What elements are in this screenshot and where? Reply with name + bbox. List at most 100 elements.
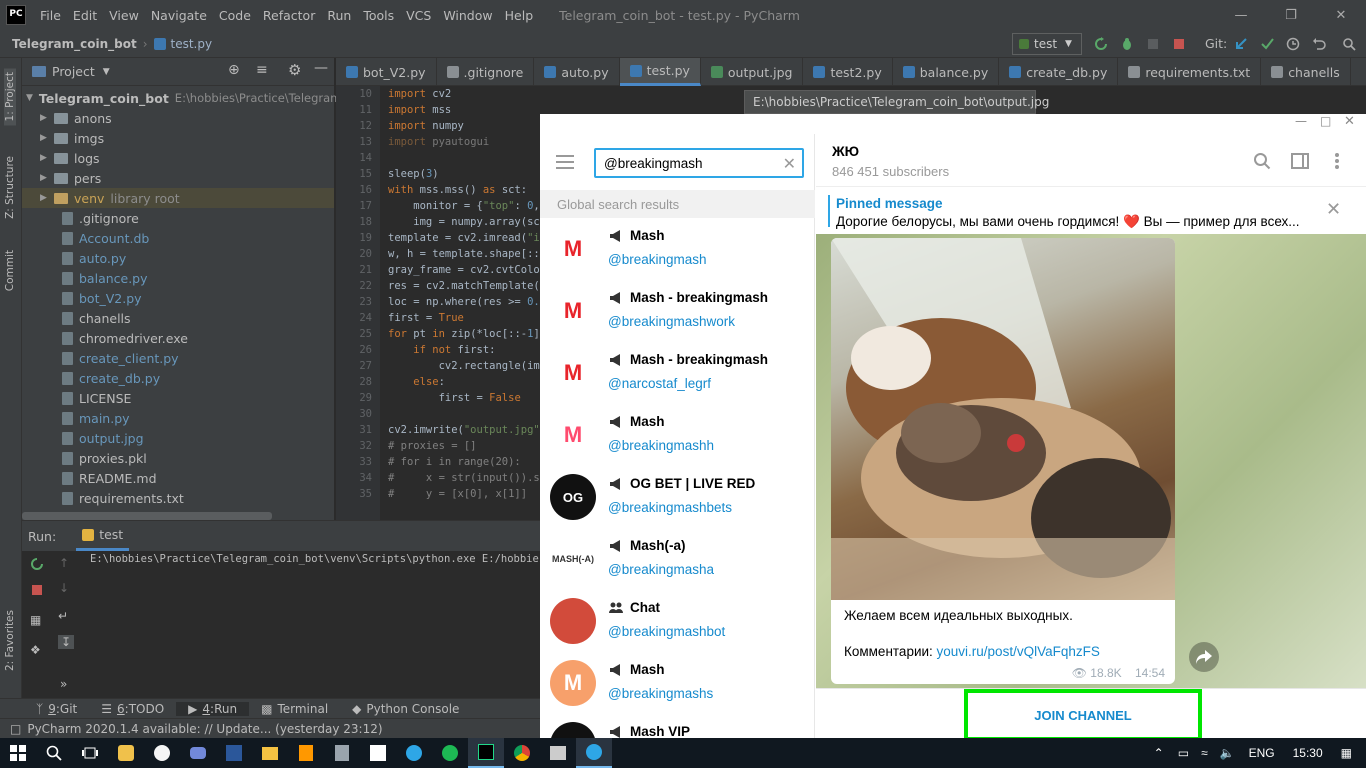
app-icon-discord[interactable] bbox=[180, 738, 216, 768]
more-icon[interactable]: » bbox=[60, 677, 67, 691]
stop-icon[interactable] bbox=[1172, 37, 1186, 51]
tab-terminal[interactable]: ▩ Terminal bbox=[249, 702, 340, 716]
notification-icon[interactable]: □ bbox=[10, 722, 21, 736]
menu-help[interactable]: Help bbox=[499, 8, 540, 23]
tree-file[interactable]: chromedriver.exe bbox=[22, 328, 334, 348]
coverage-icon[interactable] bbox=[1146, 37, 1160, 51]
message-link[interactable]: youvi.ru/post/vQlVaFqhzFS bbox=[937, 644, 1100, 659]
tool-window-project[interactable]: 1: Project bbox=[4, 68, 16, 126]
expand-arrow-icon[interactable]: ▶ bbox=[40, 173, 54, 183]
tab-run[interactable]: ▶ 4: Run bbox=[176, 701, 250, 716]
search-result[interactable]: Chat @breakingmashbot bbox=[540, 590, 815, 652]
tree-file[interactable]: requirements.txt bbox=[22, 488, 334, 508]
expand-arrow-icon[interactable]: ▼ bbox=[26, 93, 33, 103]
tab-chanells[interactable]: chanells bbox=[1261, 58, 1351, 86]
app-icon-chrome[interactable] bbox=[504, 738, 540, 768]
run-tab[interactable]: test bbox=[76, 521, 130, 551]
app-icon-sublime[interactable] bbox=[288, 738, 324, 768]
tool-window-structure[interactable]: Z: Structure bbox=[4, 156, 16, 219]
breadcrumb-project[interactable]: Telegram_coin_bot bbox=[12, 37, 137, 51]
search-result[interactable]: OG OG BET | LIVE RED @breakingmashbets bbox=[540, 466, 815, 528]
language-indicator[interactable]: ENG bbox=[1241, 746, 1283, 760]
project-panel-title[interactable]: Project bbox=[52, 64, 95, 79]
close-icon[interactable]: ✕ bbox=[1344, 114, 1355, 129]
search-result[interactable]: M Mash @breakingmash bbox=[540, 218, 815, 280]
search-result[interactable]: M Mash - breakingmash @narcostaf_legrf bbox=[540, 342, 815, 404]
join-channel-button[interactable]: JOIN CHANNEL bbox=[964, 689, 1202, 738]
notification-center-icon[interactable]: ▦ bbox=[1333, 746, 1366, 760]
rerun-icon[interactable] bbox=[1094, 37, 1108, 51]
close-pinned-icon[interactable]: ✕ bbox=[1326, 199, 1341, 220]
restore-icon[interactable]: ❐ bbox=[1266, 0, 1316, 30]
tab-bot-v2-py[interactable]: bot_V2.py bbox=[336, 58, 437, 86]
tree-folder[interactable]: ▶ logs bbox=[22, 148, 334, 168]
share-icon[interactable] bbox=[1189, 642, 1219, 672]
search-input[interactable]: @breakingmash ✕ bbox=[594, 148, 804, 178]
tree-file[interactable]: main.py bbox=[22, 408, 334, 428]
menu-edit[interactable]: Edit bbox=[67, 8, 103, 23]
search-result[interactable]: M Mash @breakingmashh bbox=[540, 404, 815, 466]
chevron-up-icon[interactable]: ⌃ bbox=[1146, 746, 1172, 760]
clear-search-icon[interactable]: ✕ bbox=[783, 154, 796, 174]
expand-arrow-icon[interactable]: ▶ bbox=[40, 193, 54, 203]
menu-refactor[interactable]: Refactor bbox=[257, 8, 321, 23]
message-photo[interactable] bbox=[831, 238, 1175, 600]
rerun-icon[interactable] bbox=[30, 557, 44, 571]
app-icon-chrome-canary[interactable] bbox=[144, 738, 180, 768]
app-icon-word[interactable] bbox=[216, 738, 252, 768]
tab-git[interactable]: ᛉ9: Git bbox=[24, 702, 89, 716]
layout-icon[interactable]: ▦ bbox=[30, 613, 41, 627]
sidebar-toggle-icon[interactable] bbox=[1291, 153, 1309, 169]
tree-file[interactable]: bot_V2.py bbox=[22, 288, 334, 308]
tab-output-jpg[interactable]: output.jpg bbox=[701, 58, 804, 86]
horizontal-scrollbar[interactable] bbox=[22, 512, 272, 520]
app-icon-telegram-desktop[interactable] bbox=[396, 738, 432, 768]
app-icon-photos[interactable] bbox=[540, 738, 576, 768]
search-icon[interactable] bbox=[1253, 152, 1271, 170]
tab--gitignore[interactable]: .gitignore bbox=[437, 58, 535, 86]
search-icon[interactable] bbox=[1342, 37, 1356, 51]
app-icon-explorer[interactable] bbox=[252, 738, 288, 768]
menu-window[interactable]: Window bbox=[437, 8, 498, 23]
menu-file[interactable]: File bbox=[34, 8, 67, 23]
scroll-end-icon[interactable]: ↧ bbox=[58, 635, 75, 649]
tree-file[interactable]: chanells bbox=[22, 308, 334, 328]
message-bubble[interactable]: Желаем всем идеальных выходных. Коммента… bbox=[831, 238, 1175, 684]
app-icon-tools[interactable] bbox=[108, 738, 144, 768]
gear-icon[interactable]: ⚙ bbox=[288, 61, 301, 79]
chevron-down-icon[interactable]: ▼ bbox=[103, 67, 110, 77]
tree-root[interactable]: ▼ Telegram_coin_bot E:\hobbies\Practice\… bbox=[22, 88, 347, 108]
tree-file[interactable]: Account.db bbox=[22, 228, 334, 248]
soft-wrap-icon[interactable]: ↵ bbox=[58, 609, 68, 623]
tree-file[interactable]: .gitignore bbox=[22, 208, 334, 228]
tree-file[interactable]: output.jpg bbox=[22, 428, 334, 448]
wifi-icon[interactable]: ≈ bbox=[1195, 746, 1214, 760]
tool-window-commit[interactable]: Commit bbox=[4, 250, 16, 291]
rollback-icon[interactable] bbox=[1312, 37, 1326, 51]
app-icon-pycharm[interactable] bbox=[468, 738, 504, 768]
search-result[interactable]: M Mash @breakingmashs bbox=[540, 652, 815, 714]
collapse-icon[interactable]: ≡ bbox=[256, 62, 268, 78]
tree-file[interactable]: proxies.pkl bbox=[22, 448, 334, 468]
tab-auto-py[interactable]: auto.py bbox=[534, 58, 620, 86]
hide-panel-icon[interactable]: — bbox=[314, 60, 328, 76]
task-view-icon[interactable] bbox=[72, 738, 108, 768]
app-icon-code[interactable] bbox=[360, 738, 396, 768]
tree-file[interactable]: LICENSE bbox=[22, 388, 334, 408]
minimize-icon[interactable]: — bbox=[1216, 0, 1266, 30]
tab-requirements-txt[interactable]: requirements.txt bbox=[1118, 58, 1262, 86]
search-result[interactable]: M Mash - breakingmash @breakingmashwork bbox=[540, 280, 815, 342]
more-options-icon[interactable] bbox=[1334, 152, 1340, 170]
tree-folder[interactable]: ▶ venv library root bbox=[22, 188, 334, 208]
hamburger-menu-icon[interactable] bbox=[556, 154, 576, 170]
tab-test2-py[interactable]: test2.py bbox=[803, 58, 893, 86]
battery-icon[interactable]: ▭ bbox=[1172, 746, 1195, 760]
locate-icon[interactable]: ⊕ bbox=[228, 62, 240, 78]
tree-folder[interactable]: ▶ imgs bbox=[22, 128, 334, 148]
expand-arrow-icon[interactable]: ▶ bbox=[40, 133, 54, 143]
debug-icon[interactable] bbox=[1120, 37, 1134, 51]
tab-create-db-py[interactable]: create_db.py bbox=[999, 58, 1119, 86]
menu-navigate[interactable]: Navigate bbox=[145, 8, 213, 23]
maximize-icon[interactable]: □ bbox=[1320, 114, 1331, 128]
menu-view[interactable]: View bbox=[103, 8, 145, 23]
